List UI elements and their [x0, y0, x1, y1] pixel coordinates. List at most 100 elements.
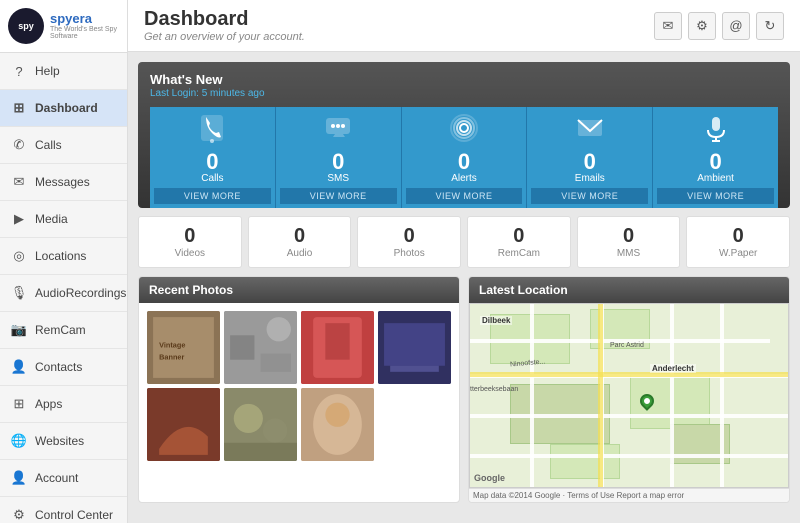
map-label-dilbeek: Dilbeek — [480, 316, 512, 325]
sidebar-item-messages[interactable]: ✉ Messages — [0, 164, 127, 201]
sidebar-item-locations[interactable]: ◎ Locations — [0, 238, 127, 275]
photos-grid: Vintage Banner — [147, 311, 451, 461]
stat2-videos: 0 Videos — [138, 216, 242, 268]
emails-view-more[interactable]: VIEW MORE — [531, 188, 648, 204]
app-tagline: The World's Best Spy Software — [50, 26, 119, 40]
sidebar-item-websites[interactable]: 🌐 Websites — [0, 423, 127, 460]
sms-label: SMS — [280, 173, 397, 184]
ambient-count: 0 — [657, 151, 774, 173]
mic-stat-icon — [657, 113, 774, 149]
wpaper-label: W.Paper — [691, 248, 785, 259]
last-login-text: Last Login: 5 minutes ago — [150, 88, 778, 99]
svg-text:Vintage: Vintage — [159, 341, 185, 350]
ambient-view-more[interactable]: VIEW MORE — [657, 188, 774, 204]
apps-icon: ⊞ — [10, 395, 28, 413]
sidebar-label-controlcenter: Control Center — [35, 508, 113, 522]
photos-count: 0 — [362, 225, 456, 248]
websites-icon: 🌐 — [10, 432, 28, 450]
sidebar-item-help[interactable]: ? Help — [0, 53, 127, 90]
header-icons: ✉ ⚙ @ ↻ — [654, 12, 784, 40]
app-name: spyera — [50, 12, 119, 26]
stat2-mms: 0 MMS — [577, 216, 681, 268]
photo-thumb-7[interactable] — [301, 388, 374, 461]
videos-label: Videos — [143, 248, 237, 259]
sidebar-label-contacts: Contacts — [35, 360, 82, 374]
ambient-label: Ambient — [657, 173, 774, 184]
sidebar-label-media: Media — [35, 212, 68, 226]
calls-view-more[interactable]: VIEW MORE — [154, 188, 271, 204]
emails-label: Emails — [531, 173, 648, 184]
page-subtitle: Get an overview of your account. — [144, 31, 305, 43]
sidebar-label-locations: Locations — [35, 249, 86, 263]
sidebar-item-dashboard[interactable]: ⊞ Dashboard — [0, 90, 127, 127]
photo-thumb-5[interactable] — [147, 388, 220, 461]
bottom-row: Recent Photos Vintage Banner — [138, 276, 790, 503]
audio-icon: 🎙 — [10, 284, 28, 302]
page-header: Dashboard Get an overview of your accoun… — [128, 0, 800, 52]
recent-photos-panel: Recent Photos Vintage Banner — [138, 276, 460, 503]
contacts-icon: 👤 — [10, 358, 28, 376]
sidebar-item-audiorecordings[interactable]: 🎙 AudioRecordings — [0, 275, 127, 312]
google-logo: Google — [474, 473, 505, 483]
recent-photos-header: Recent Photos — [139, 277, 459, 303]
photos-grid-body: Vintage Banner — [139, 303, 459, 469]
page-title: Dashboard — [144, 8, 305, 31]
sidebar-item-controlcenter[interactable]: ⚙ Control Center — [0, 497, 127, 523]
stat2-remcam: 0 RemCam — [467, 216, 571, 268]
sidebar-item-account[interactable]: 👤 Account — [0, 460, 127, 497]
audio-label: Audio — [253, 248, 347, 259]
sms-view-more[interactable]: VIEW MORE — [280, 188, 397, 204]
sidebar: spy spyera The World's Best Spy Software… — [0, 0, 128, 523]
stat2-photos: 0 Photos — [357, 216, 461, 268]
sidebar-label-account: Account — [35, 471, 78, 485]
messages-icon: ✉ — [10, 173, 28, 191]
sidebar-label-websites: Websites — [35, 434, 84, 448]
map-label-anderlecht: Anderlecht — [650, 364, 696, 373]
audio-count: 0 — [253, 225, 347, 248]
alerts-label: Alerts — [406, 173, 523, 184]
sidebar-item-media[interactable]: ▶ Media — [0, 201, 127, 238]
latest-location-header: Latest Location — [469, 277, 789, 303]
remcam-icon: 📷 — [10, 321, 28, 339]
whats-new-panel: What's New Last Login: 5 minutes ago 0 C… — [138, 62, 790, 208]
mms-count: 0 — [582, 225, 676, 248]
whats-new-title: What's New — [150, 72, 778, 87]
controlcenter-icon: ⚙ — [10, 506, 28, 523]
sidebar-label-help: Help — [35, 64, 60, 78]
media-icon: ▶ — [10, 210, 28, 228]
map-footer: Map data ©2014 Google · Terms of Use Rep… — [469, 488, 789, 502]
email-icon-button[interactable]: ✉ — [654, 12, 682, 40]
photo-thumb-1[interactable]: Vintage Banner — [147, 311, 220, 384]
refresh-icon-button[interactable]: ↻ — [756, 12, 784, 40]
sidebar-item-apps[interactable]: ⊞ Apps — [0, 386, 127, 423]
at-icon-button[interactable]: @ — [722, 12, 750, 40]
alerts-view-more[interactable]: VIEW MORE — [406, 188, 523, 204]
photo-thumb-2[interactable] — [224, 311, 297, 384]
photo-thumb-3[interactable] — [301, 311, 374, 384]
remcam-label: RemCam — [472, 248, 566, 259]
photo-thumb-4[interactable] — [378, 311, 451, 384]
emails-count: 0 — [531, 151, 648, 173]
sidebar-item-remcam[interactable]: 📷 RemCam — [0, 312, 127, 349]
calls-icon: ✆ — [10, 136, 28, 154]
gear-icon-button[interactable]: ⚙ — [688, 12, 716, 40]
sidebar-item-calls[interactable]: ✆ Calls — [0, 127, 127, 164]
alerts-count: 0 — [406, 151, 523, 173]
latest-location-panel: Latest Location — [468, 276, 790, 503]
sidebar-item-contacts[interactable]: 👤 Contacts — [0, 349, 127, 386]
mms-label: MMS — [582, 248, 676, 259]
videos-count: 0 — [143, 225, 237, 248]
stat2-audio: 0 Audio — [248, 216, 352, 268]
dashboard-icon: ⊞ — [10, 99, 28, 117]
stat-alerts: 0 Alerts VIEW MORE — [402, 107, 528, 208]
map-view[interactable]: Dilbeek Anderlecht Ninoofste... tterbeek… — [469, 303, 789, 488]
stat-calls: 0 Calls VIEW MORE — [150, 107, 276, 208]
photo-thumb-6[interactable] — [224, 388, 297, 461]
account-icon: 👤 — [10, 469, 28, 487]
calls-count: 0 — [154, 151, 271, 173]
content-area: What's New Last Login: 5 minutes ago 0 C… — [128, 52, 800, 523]
phone-stat-icon — [154, 113, 271, 149]
sms-count: 0 — [280, 151, 397, 173]
sidebar-label-dashboard: Dashboard — [35, 101, 98, 115]
sidebar-label-apps: Apps — [35, 397, 62, 411]
